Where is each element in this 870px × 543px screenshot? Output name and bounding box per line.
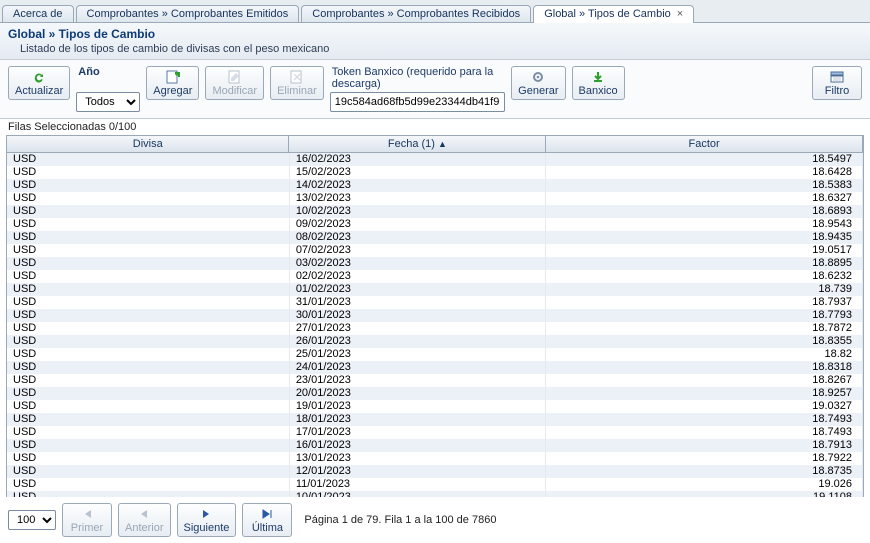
pager-info: Página 1 de 79. Fila 1 a la 100 de 7860 [304,514,496,526]
selection-info: Filas Seleccionadas 0/100 [0,119,870,135]
banxico-label: Banxico [579,85,618,97]
col-factor[interactable]: Factor [546,136,863,152]
year-select[interactable]: Todos [76,92,140,112]
page-size-select[interactable]: 100 [8,510,56,530]
table-row[interactable]: USD16/02/202318.5497 [7,153,863,166]
grid-header: Divisa Fecha (1)▲ Factor [7,136,863,153]
pager: 100 Primer Anterior Siguiente Última Pág… [0,497,870,543]
sort-asc-icon: ▲ [438,139,447,149]
refresh-label: Actualizar [15,85,63,97]
next-icon [201,506,211,522]
year-label: Año [76,66,140,80]
table-row[interactable]: USD03/02/202318.8895 [7,257,863,270]
next-page-button[interactable]: Siguiente [177,503,237,537]
table-row[interactable]: USD31/01/202318.7937 [7,296,863,309]
table-row[interactable]: USD18/01/202318.7493 [7,413,863,426]
table-row[interactable]: USD23/01/202318.8267 [7,374,863,387]
table-row[interactable]: USD02/02/202318.6232 [7,270,863,283]
delete-button[interactable]: Eliminar [270,66,324,100]
table-row[interactable]: USD17/01/202318.7493 [7,426,863,439]
delete-icon [290,69,304,85]
page-header: Global » Tipos de Cambio Listado de los … [0,23,870,60]
table-row[interactable]: USD12/01/202318.8735 [7,465,863,478]
table-row[interactable]: USD15/02/202318.6428 [7,166,863,179]
first-page-button[interactable]: Primer [62,503,112,537]
delete-label: Eliminar [277,85,317,97]
tab-bar: Acerca deComprobantes » Comprobantes Emi… [0,0,870,23]
table-row[interactable]: USD26/01/202318.8355 [7,335,863,348]
edit-icon [228,69,242,85]
table-row[interactable]: USD25/01/202318.82 [7,348,863,361]
tab-3[interactable]: Global » Tipos de Cambio× [533,5,694,23]
grid-scroll[interactable]: USD16/02/202318.5497USD15/02/202318.6428… [7,153,863,502]
filter-button[interactable]: Filtro [812,66,862,100]
table-row[interactable]: USD19/01/202319.0327 [7,400,863,413]
table-row[interactable]: USD16/01/202318.7913 [7,439,863,452]
token-label: Token Banxico (requerido para la descarg… [330,66,505,92]
add-icon [166,69,180,85]
generate-label: Generar [518,85,558,97]
table-row[interactable]: USD14/02/202318.5383 [7,179,863,192]
first-icon [81,506,93,522]
year-group: Año Todos [76,66,140,112]
tab-1[interactable]: Comprobantes » Comprobantes Emitidos [76,5,300,22]
table-row[interactable]: USD11/01/202319.026 [7,478,863,491]
tab-0[interactable]: Acerca de [2,5,74,22]
banxico-button[interactable]: Banxico [572,66,625,100]
prev-page-button[interactable]: Anterior [118,503,171,537]
refresh-icon [31,69,47,85]
page-subtitle: Listado de los tipos de cambio de divisa… [8,41,862,55]
add-button[interactable]: Agregar [146,66,199,100]
table-row[interactable]: USD20/01/202318.9257 [7,387,863,400]
data-grid: Divisa Fecha (1)▲ Factor USD16/02/202318… [6,135,864,503]
col-fecha[interactable]: Fecha (1)▲ [289,136,546,152]
filter-label: Filtro [825,85,849,97]
last-icon [261,506,273,522]
token-group: Token Banxico (requerido para la descarg… [330,66,505,112]
close-icon[interactable]: × [677,8,683,20]
table-row[interactable]: USD10/02/202318.6893 [7,205,863,218]
filter-icon [830,69,844,85]
table-row[interactable]: USD27/01/202318.7872 [7,322,863,335]
table-row[interactable]: USD08/02/202318.9435 [7,231,863,244]
token-input[interactable] [330,92,505,112]
table-row[interactable]: USD24/01/202318.8318 [7,361,863,374]
table-row[interactable]: USD01/02/202318.739 [7,283,863,296]
col-divisa[interactable]: Divisa [7,136,289,152]
page-title: Global » Tipos de Cambio [8,27,862,41]
table-row[interactable]: USD30/01/202318.7793 [7,309,863,322]
table-row[interactable]: USD07/02/202319.0517 [7,244,863,257]
table-row[interactable]: USD13/01/202318.7922 [7,452,863,465]
gear-icon [531,69,545,85]
edit-label: Modificar [212,85,257,97]
add-label: Agregar [153,85,192,97]
refresh-button[interactable]: Actualizar [8,66,70,100]
generate-button[interactable]: Generar [511,66,565,100]
download-icon [591,69,605,85]
table-row[interactable]: USD09/02/202318.9543 [7,218,863,231]
toolbar: Actualizar Año Todos Agregar Modificar E… [0,60,870,119]
tab-2[interactable]: Comprobantes » Comprobantes Recibidos [301,5,531,22]
prev-icon [139,506,149,522]
table-row[interactable]: USD13/02/202318.6327 [7,192,863,205]
edit-button[interactable]: Modificar [205,66,264,100]
last-page-button[interactable]: Última [242,503,292,537]
